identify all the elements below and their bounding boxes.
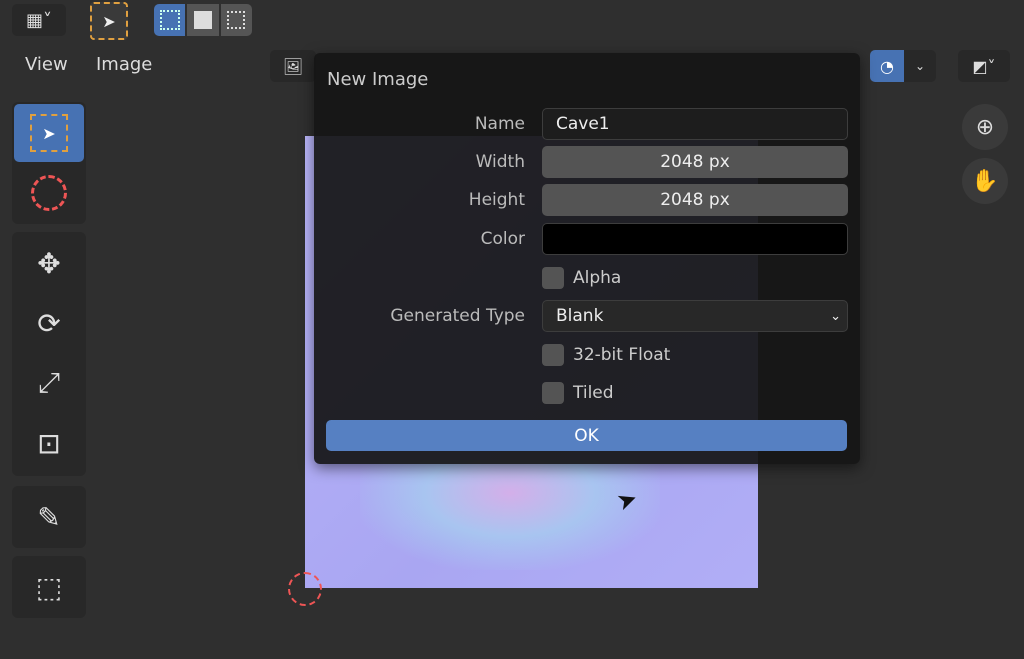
transform-tools: ✥ ⟳ ⤢ ⊡ <box>12 232 86 476</box>
channels-icon: ◩˅ <box>972 56 996 76</box>
overlay-toggle[interactable]: ◔ <box>870 50 904 82</box>
annotate-tool[interactable]: ✎ <box>14 488 84 546</box>
color-swatch[interactable] <box>542 223 848 255</box>
float-label: 32-bit Float <box>573 345 671 365</box>
scale-tool[interactable]: ⤢ <box>14 354 84 412</box>
normal-map-texture <box>360 460 660 570</box>
height-label: Height <box>468 190 525 210</box>
checkbox-box <box>542 267 564 289</box>
width-label: Width <box>475 152 525 172</box>
image-editor-icon: ▦˅ <box>25 9 52 31</box>
sample-tool[interactable]: ⬚ <box>14 558 84 616</box>
height-field[interactable]: 2048 px <box>542 184 848 216</box>
generated-type-select[interactable]: Blank ⌄ <box>542 300 848 332</box>
transform-icon: ⊡ <box>37 426 61 460</box>
float-checkbox[interactable]: 32-bit Float <box>542 344 670 366</box>
box-icon: ⬚ <box>35 570 63 604</box>
rotate-icon: ⟳ <box>37 306 61 340</box>
select-tool-header-icon[interactable]: ➤ <box>90 2 128 40</box>
checkbox-box <box>542 344 564 366</box>
chevron-down-icon: ⌄ <box>830 308 841 324</box>
chevron-down-icon: ⌄ <box>914 59 926 73</box>
rotate-tool[interactable]: ⟳ <box>14 294 84 352</box>
editor-type-button[interactable]: ▦˅ <box>12 4 66 36</box>
name-label: Name <box>474 114 525 134</box>
image-icon: 🖼 <box>282 56 304 76</box>
selection-mode-group <box>154 4 252 36</box>
zoom-icon[interactable]: ⊕ <box>962 104 1008 150</box>
overlay-icon: ◔ <box>880 56 894 76</box>
pencil-icon: ✎ <box>37 500 61 534</box>
tiled-checkbox[interactable]: Tiled <box>542 382 614 404</box>
select-box-tool[interactable]: ➤ <box>14 104 84 162</box>
annotate-tools: ✎ <box>12 486 86 548</box>
2d-cursor-icon <box>288 572 322 606</box>
move-icon: ✥ <box>37 246 61 280</box>
selection-tools: ➤ <box>12 102 86 224</box>
cursor-icon <box>31 175 67 211</box>
alpha-checkbox[interactable]: Alpha <box>542 267 621 289</box>
pan-hand-icon[interactable]: ✋ <box>962 158 1008 204</box>
sample-tools: ⬚ <box>12 556 86 618</box>
width-field[interactable]: 2048 px <box>542 146 848 178</box>
dialog-title: New Image <box>327 69 429 90</box>
cursor-tool[interactable] <box>14 164 84 222</box>
display-channels-button[interactable]: ◩˅ <box>958 50 1010 82</box>
generated-type-label: Generated Type <box>390 306 525 326</box>
menu-view[interactable]: View <box>25 54 68 75</box>
new-selection-icon[interactable] <box>154 4 186 36</box>
transform-tool[interactable]: ⊡ <box>14 414 84 472</box>
overlay-dropdown[interactable]: ⌄ <box>904 50 936 82</box>
select-box-icon: ➤ <box>30 114 68 152</box>
ok-button[interactable]: OK <box>326 420 847 451</box>
move-tool[interactable]: ✥ <box>14 234 84 292</box>
color-label: Color <box>480 229 525 249</box>
new-image-dialog: New Image Name Cave1 Width 2048 px Heigh… <box>314 53 860 464</box>
alpha-label: Alpha <box>573 268 622 288</box>
tiled-label: Tiled <box>573 383 614 403</box>
name-field[interactable]: Cave1 <box>542 108 848 140</box>
image-browse-button[interactable]: 🖼 <box>270 50 316 82</box>
generated-type-value: Blank <box>556 306 604 326</box>
menu-image[interactable]: Image <box>96 54 152 75</box>
checkbox-box <box>542 382 564 404</box>
subtract-selection-icon[interactable] <box>220 4 252 36</box>
scale-icon: ⤢ <box>37 366 61 399</box>
extend-selection-icon[interactable] <box>187 4 219 36</box>
